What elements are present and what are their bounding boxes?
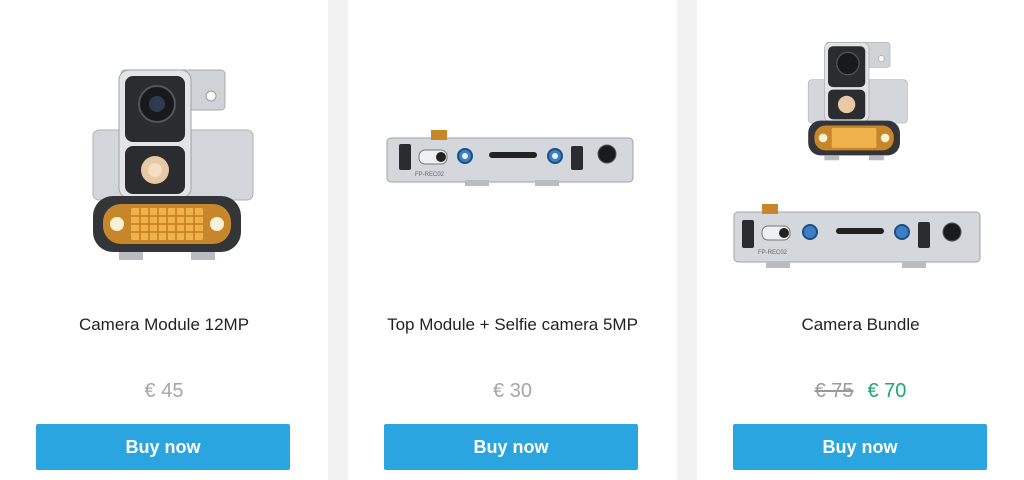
price-value: € 30 (493, 380, 532, 402)
top-module-icon: FP-REC02 (386, 130, 634, 186)
product-price: € 30 (348, 380, 677, 403)
product-grid: Camera Module 12MP € 45 Buy now FP-REC02 (0, 0, 1024, 480)
product-card-top-module: FP-REC02 Top Module + Selfie camera 5MP … (348, 0, 677, 480)
price-value: € 45 (144, 380, 184, 402)
old-price: € 75 (814, 380, 854, 402)
sale-price: € 70 (867, 380, 907, 402)
camera-bundle-image[interactable]: FP-REC02 (697, 0, 1024, 290)
product-price: € 45 (0, 380, 328, 403)
product-name: Camera Bundle (801, 315, 920, 334)
top-module-image[interactable]: FP-REC02 (348, 0, 677, 290)
camera-module-image[interactable] (0, 0, 328, 290)
product-name: Top Module + Selfie camera 5MP (387, 315, 638, 334)
camera-bundle-icon: FP-REC02 (733, 42, 981, 268)
board-label: FP-REC02 (758, 250, 788, 256)
product-name: Camera Module 12MP (78, 315, 250, 334)
buy-now-button[interactable]: Buy now (384, 424, 638, 470)
product-card-camera-module: Camera Module 12MP € 45 Buy now (0, 0, 328, 480)
camera-module-icon (92, 69, 254, 260)
product-card-camera-bundle: FP-REC02 Camera Bundle € 75 € 70 Buy now (697, 0, 1024, 480)
buy-now-button[interactable]: Buy now (36, 424, 290, 470)
buy-now-button[interactable]: Buy now (733, 424, 987, 470)
product-price: € 75 € 70 (697, 380, 1024, 403)
board-label: FP-REC02 (415, 172, 445, 178)
